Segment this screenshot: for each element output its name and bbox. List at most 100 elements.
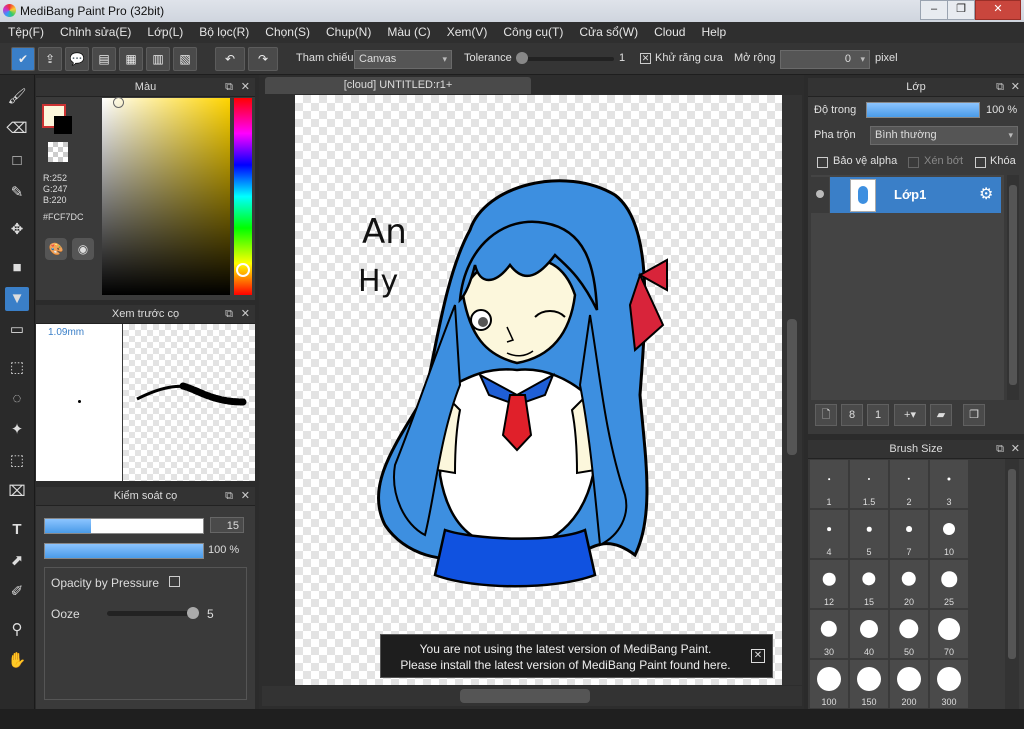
brush-tool-icon[interactable]: 🖌 xyxy=(5,85,29,109)
menu-cloud[interactable]: Cloud xyxy=(646,22,693,43)
select-eraser-icon[interactable]: ⌧ xyxy=(5,480,29,504)
undo-button[interactable]: ↶ xyxy=(215,47,245,71)
brush-size-cell[interactable]: 1 xyxy=(810,460,848,508)
menu-tools[interactable]: Công cụ(T) xyxy=(495,22,571,43)
undock-icon[interactable]: ⧉ xyxy=(996,78,1004,96)
maximize-button[interactable]: ❐ xyxy=(947,0,975,20)
opacity-pressure-checkbox[interactable] xyxy=(169,576,180,587)
brush-size-slider[interactable] xyxy=(44,518,204,534)
duplicate-layer-icon[interactable]: ❐ xyxy=(963,404,985,426)
menu-layer[interactable]: Lớp(L) xyxy=(139,22,191,43)
gear-icon[interactable]: ⚙ xyxy=(979,184,993,204)
brush-size-cell[interactable]: 200 xyxy=(890,660,928,708)
update-notice[interactable]: You are not using the latest version of … xyxy=(380,634,773,678)
vertical-scrollbar[interactable] xyxy=(782,95,802,685)
folder-icon[interactable]: ▰ xyxy=(930,404,952,426)
operation-tool-icon[interactable]: ⬈ xyxy=(5,549,29,573)
tolerance-slider-handle[interactable] xyxy=(516,52,528,64)
saturation-value-picker[interactable] xyxy=(102,98,230,295)
move-tool-icon[interactable]: ✥ xyxy=(5,218,29,242)
close-panel-icon[interactable]: ✕ xyxy=(1011,78,1020,96)
close-icon[interactable]: ✕ xyxy=(751,649,765,663)
reference-dropdown[interactable]: Canvas xyxy=(354,50,452,69)
close-window-button[interactable]: ✕ xyxy=(975,0,1021,20)
new-layer-icon[interactable]: 🗋 xyxy=(815,404,837,426)
layer-scroll-thumb[interactable] xyxy=(1009,185,1017,385)
layer-scrollbar[interactable] xyxy=(1007,175,1019,400)
comment-icon[interactable]: 💬 xyxy=(65,47,89,71)
brush-size-cell[interactable]: 20 xyxy=(890,560,928,608)
new-8bit-layer-icon[interactable]: 8 xyxy=(841,404,863,426)
edit-list-icon[interactable]: ▧ xyxy=(173,47,197,71)
add-layer-menu-icon[interactable]: +▾ xyxy=(894,404,926,426)
menu-select[interactable]: Chọn(S) xyxy=(257,22,318,43)
brush-size-cell[interactable]: 5 xyxy=(850,510,888,558)
eraser-tool-icon[interactable]: ⌫ xyxy=(5,117,29,141)
brush-size-cell[interactable]: 7 xyxy=(890,510,928,558)
ooze-slider[interactable] xyxy=(107,611,199,616)
undock-icon[interactable]: ⧉ xyxy=(225,78,233,96)
close-panel-icon[interactable]: ✕ xyxy=(1011,440,1020,458)
brush-size-cell[interactable]: 50 xyxy=(890,610,928,658)
divide-tool-icon[interactable]: ✐ xyxy=(5,580,29,604)
antialias-checkbox[interactable]: ✕ xyxy=(640,53,651,64)
brush-size-cell[interactable]: 25 xyxy=(930,560,968,608)
document-icon[interactable]: ▦ xyxy=(119,47,143,71)
background-color-swatch[interactable] xyxy=(54,116,72,134)
brush-size-cell[interactable]: 1.5 xyxy=(850,460,888,508)
redo-button[interactable]: ↷ xyxy=(248,47,278,71)
magic-wand-icon[interactable]: ✦ xyxy=(5,418,29,442)
close-panel-icon[interactable]: ✕ xyxy=(241,487,250,505)
palette-icon[interactable]: 🎨 xyxy=(45,238,67,260)
menu-filter[interactable]: Bộ lọc(R) xyxy=(191,22,257,43)
eye-icon[interactable] xyxy=(816,190,824,198)
document-tab[interactable]: [cloud] UNTITLED:r1+ xyxy=(265,77,531,94)
dot-tool-icon[interactable]: □ xyxy=(5,149,29,173)
close-panel-icon[interactable]: ✕ xyxy=(241,78,250,96)
pen-tool-icon[interactable]: ✎ xyxy=(5,181,29,205)
lasso-tool-icon[interactable]: ◌ xyxy=(5,387,29,411)
horizontal-scroll-thumb[interactable] xyxy=(460,689,590,703)
brush-size-cell[interactable]: 70 xyxy=(930,610,968,658)
eyedropper-icon[interactable]: ⚲ xyxy=(5,618,29,642)
bucket-tool-icon[interactable]: ▼ xyxy=(5,287,29,311)
brush-size-input[interactable]: 15 xyxy=(210,517,244,533)
sv-picker-handle[interactable] xyxy=(113,97,124,108)
lock-checkbox[interactable] xyxy=(975,157,986,168)
minimize-button[interactable]: – xyxy=(920,0,948,20)
vertical-scroll-thumb[interactable] xyxy=(787,319,797,455)
drawing-canvas[interactable]: An Hy xyxy=(295,95,782,685)
gradient-tool-icon[interactable]: ▭ xyxy=(5,318,29,342)
speech-balloon-icon[interactable]: ▤ xyxy=(92,47,116,71)
clipping-checkbox[interactable] xyxy=(908,157,919,168)
brush-size-scroll-thumb[interactable] xyxy=(1008,469,1016,659)
brush-size-cell[interactable]: 30 xyxy=(810,610,848,658)
menu-view[interactable]: Xem(V) xyxy=(439,22,496,43)
protect-alpha-checkbox[interactable] xyxy=(817,157,828,168)
brush-opacity-slider[interactable] xyxy=(44,543,204,559)
new-1bit-layer-icon[interactable]: 1 xyxy=(867,404,889,426)
select-tool-icon[interactable]: ⬚ xyxy=(5,356,29,380)
close-panel-icon[interactable]: ✕ xyxy=(241,305,250,323)
palette-add-icon[interactable]: ◉ xyxy=(72,238,94,260)
brush-size-cell[interactable]: 4 xyxy=(810,510,848,558)
menu-help[interactable]: Help xyxy=(693,22,734,43)
undock-icon[interactable]: ⧉ xyxy=(225,487,233,505)
layer-opacity-slider[interactable] xyxy=(866,102,980,118)
brush-size-cell[interactable]: 2 xyxy=(890,460,928,508)
share-icon[interactable]: ⇪ xyxy=(38,47,62,71)
ooze-slider-handle[interactable] xyxy=(187,607,199,619)
tolerance-slider[interactable] xyxy=(516,57,614,61)
hue-slider-handle[interactable] xyxy=(236,263,250,277)
hand-tool-icon[interactable]: ✋ xyxy=(5,649,29,673)
select-pen-icon[interactable]: ⬚ xyxy=(5,449,29,473)
blend-mode-dropdown[interactable]: Bình thường xyxy=(870,126,1018,145)
transparent-swatch[interactable] xyxy=(48,142,68,162)
brush-size-scrollbar[interactable] xyxy=(1005,459,1019,709)
brush-size-cell[interactable]: 100 xyxy=(810,660,848,708)
brush-size-cell[interactable]: 40 xyxy=(850,610,888,658)
menu-snap[interactable]: Chụp(N) xyxy=(318,22,379,43)
brush-size-cell[interactable]: 300 xyxy=(930,660,968,708)
menu-file[interactable]: Tệp(F) xyxy=(0,22,52,43)
layer-row[interactable]: Lớp1 ⚙ xyxy=(830,177,1001,213)
